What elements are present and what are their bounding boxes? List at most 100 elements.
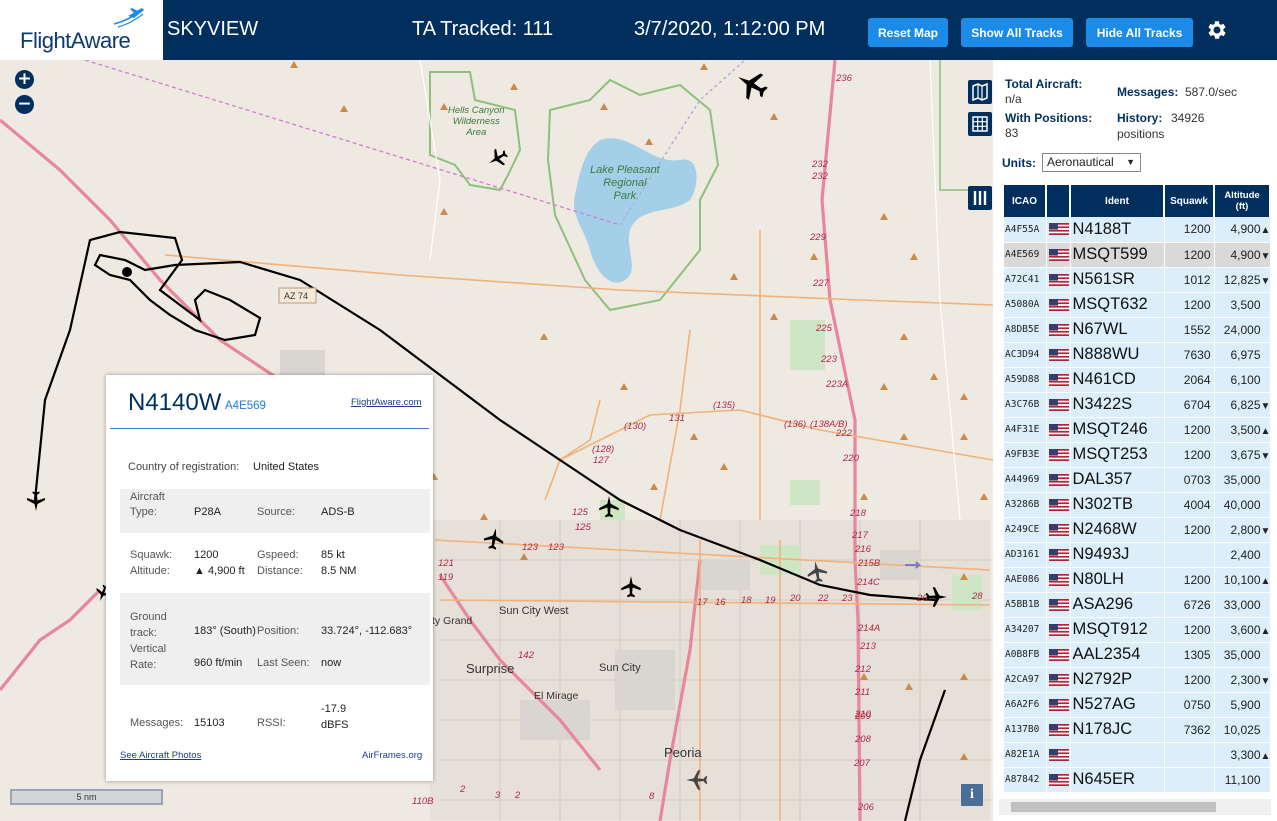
ident-cell: N561SR bbox=[1070, 267, 1165, 293]
zoom-in-button[interactable]: + bbox=[15, 70, 34, 89]
table-row[interactable]: A249CE N2468W 1200 2,800▼ bbox=[1004, 517, 1271, 543]
table-row[interactable]: A72C41 N561SR 1012 12,825▼ bbox=[1004, 267, 1271, 293]
table-row[interactable]: A2CA97 N2792P 1200 2,300▼ bbox=[1004, 667, 1271, 693]
squawk-cell: 1200 bbox=[1164, 567, 1215, 593]
units-select[interactable]: Aeronautical ▼ bbox=[1042, 153, 1141, 172]
flag-cell bbox=[1046, 342, 1071, 368]
label-peoria: Peoria bbox=[664, 745, 702, 760]
table-row[interactable]: AAE086 N80LH 1200 10,100▲ bbox=[1004, 567, 1271, 593]
zoom-out-button[interactable]: − bbox=[15, 95, 34, 114]
table-row[interactable]: A0B8FB AAL2354 1305 35,000 bbox=[1004, 642, 1271, 668]
table-row[interactable]: A82E1A 3,300▲ bbox=[1004, 742, 1271, 768]
us-flag-icon bbox=[1048, 348, 1069, 361]
messages-rate-label: Messages: bbox=[1117, 85, 1179, 99]
info-icon[interactable]: i bbox=[961, 784, 983, 806]
road-number: (135) bbox=[713, 400, 736, 411]
table-horizontal-scrollbar[interactable] bbox=[999, 799, 1271, 815]
toggle-sidebar-button[interactable] bbox=[968, 186, 992, 210]
road-number: 2 bbox=[460, 784, 466, 795]
column-header-flag[interactable] bbox=[1046, 185, 1071, 217]
ident-cell: N4188T bbox=[1070, 217, 1165, 243]
us-flag-icon bbox=[1048, 598, 1069, 611]
airplane-icon[interactable] bbox=[618, 574, 644, 600]
reset-map-button[interactable]: Reset Map bbox=[868, 18, 948, 47]
settings-gear-icon[interactable] bbox=[1204, 18, 1228, 42]
aircraft-photos-link[interactable]: See Aircraft Photos bbox=[120, 750, 201, 761]
distance-value: 8.5 NM bbox=[321, 565, 357, 577]
table-row[interactable]: A9FB3E MSQT253 1200 3,675▼ bbox=[1004, 442, 1271, 468]
table-row[interactable]: A5BB1B ASA296 6726 33,000 bbox=[1004, 592, 1271, 618]
hide-all-tracks-button[interactable]: Hide All Tracks bbox=[1086, 18, 1193, 47]
altitude-value: 12,825 bbox=[1223, 272, 1261, 287]
table-row[interactable]: A8DB5E N67WL 1552 24,000 bbox=[1004, 317, 1271, 343]
icao-cell: A4F31E bbox=[1004, 417, 1047, 443]
table-row[interactable]: A137B0 N178JC 7362 10,025 bbox=[1004, 717, 1271, 743]
table-row[interactable]: AC3D94 N888WU 7630 6,975 bbox=[1004, 342, 1271, 368]
altitude-cell: 6,100 bbox=[1214, 367, 1271, 393]
altitude-cell: 2,300▼ bbox=[1214, 667, 1271, 693]
flag-cell bbox=[1046, 367, 1071, 393]
messages-label: Messages: bbox=[130, 717, 184, 729]
table-row[interactable]: A4E569 MSQT599 1200 4,900▼ bbox=[1004, 242, 1271, 268]
road-number: 26 bbox=[917, 593, 928, 604]
squawk-cell: 6704 bbox=[1164, 392, 1215, 418]
table-row[interactable]: A4F55A N4188T 1200 4,900▲ bbox=[1004, 217, 1271, 243]
altitude-cell: 3,500▲ bbox=[1214, 417, 1271, 443]
label-surprise: Surprise bbox=[466, 661, 515, 676]
airplane-icon[interactable] bbox=[733, 66, 771, 104]
position-value: 33.724°, -112.683° bbox=[321, 625, 413, 637]
altitude-trend: ▲ bbox=[1260, 225, 1270, 237]
column-header-ident[interactable]: Ident bbox=[1070, 185, 1165, 217]
airplane-icon[interactable] bbox=[804, 559, 830, 585]
ground-track-value: 183° (South) bbox=[194, 625, 256, 637]
table-row[interactable]: A6A2F6 N527AG 0750 5,900 bbox=[1004, 692, 1271, 718]
ident-cell: N527AG bbox=[1070, 692, 1165, 718]
squawk-value: 1200 bbox=[194, 549, 219, 561]
altitude-cell: 35,000 bbox=[1214, 642, 1271, 668]
us-flag-icon bbox=[1048, 573, 1069, 586]
altitude-value: 6,975 bbox=[1230, 347, 1261, 362]
flightaware-link[interactable]: FlightAware.com bbox=[351, 397, 422, 408]
scrollbar-thumb[interactable] bbox=[1011, 802, 1216, 812]
label-hells-canyon: Hells Canyon Wilderness Area bbox=[448, 105, 505, 138]
airframes-link[interactable]: AirFrames.org bbox=[362, 750, 422, 761]
airplane-icon[interactable] bbox=[486, 146, 510, 170]
squawk-cell: 1200 bbox=[1164, 217, 1215, 243]
ta-tracked-count: TA Tracked: 111 bbox=[412, 18, 554, 40]
altitude-cell: 12,825▼ bbox=[1214, 267, 1271, 293]
column-header-altitude[interactable]: Altitude (ft) bbox=[1214, 185, 1271, 217]
table-row[interactable]: A59D88 N461CD 2064 6,100 bbox=[1004, 367, 1271, 393]
table-row[interactable]: AD3161 N9493J 2,400 bbox=[1004, 542, 1271, 568]
aircraft-type-label: Aircraft Type: bbox=[130, 491, 165, 518]
ident-cell: N461CD bbox=[1070, 367, 1165, 393]
icao-cell: A4E569 bbox=[1004, 242, 1047, 268]
table-row[interactable]: A87842 N645ER 11,100 bbox=[1004, 767, 1271, 793]
table-row[interactable]: A5080A MSQT632 1200 3,500 bbox=[1004, 292, 1271, 318]
us-flag-icon bbox=[1048, 523, 1069, 536]
airplane-icon[interactable] bbox=[481, 526, 507, 552]
column-header-icao[interactable]: ICAO bbox=[1004, 185, 1047, 217]
icao-cell: A34207 bbox=[1004, 617, 1047, 643]
table-row[interactable]: A44969 DAL357 0703 35,000 bbox=[1004, 467, 1271, 493]
column-header-squawk[interactable]: Squawk bbox=[1164, 185, 1215, 217]
table-row[interactable]: A3C76B N3422S 6704 6,825▼ bbox=[1004, 392, 1271, 418]
table-row[interactable]: A4F31E MSQT246 1200 3,500▲ bbox=[1004, 417, 1271, 443]
source-value: ADS-B bbox=[321, 506, 355, 518]
table-row[interactable]: A3286B N302TB 4004 40,000 bbox=[1004, 492, 1271, 518]
vertical-rate-value: 960 ft/min bbox=[194, 657, 243, 669]
flightaware-logo[interactable]: FlightAware bbox=[0, 0, 163, 60]
show-all-tracks-button[interactable]: Show All Tracks bbox=[961, 18, 1073, 47]
road-number: 28 bbox=[972, 591, 983, 602]
map-layers-button[interactable] bbox=[968, 80, 992, 104]
gspeed-value: 85 kt bbox=[321, 549, 345, 561]
airplane-icon[interactable] bbox=[596, 494, 622, 520]
selected-airplane-icon[interactable] bbox=[24, 489, 48, 513]
altitude-trend: ▼ bbox=[1260, 250, 1270, 262]
road-number: (128) bbox=[592, 444, 615, 455]
ident-cell: AAL2354 bbox=[1070, 642, 1165, 668]
table-row[interactable]: A34207 MSQT912 1200 3,600▲ bbox=[1004, 617, 1271, 643]
table-header-row: ICAO Ident Squawk Altitude (ft) bbox=[1004, 185, 1271, 217]
grid-button[interactable] bbox=[968, 112, 992, 136]
vertical-rate-label: Vertical Rate: bbox=[130, 643, 167, 671]
airplane-icon[interactable] bbox=[684, 767, 710, 793]
